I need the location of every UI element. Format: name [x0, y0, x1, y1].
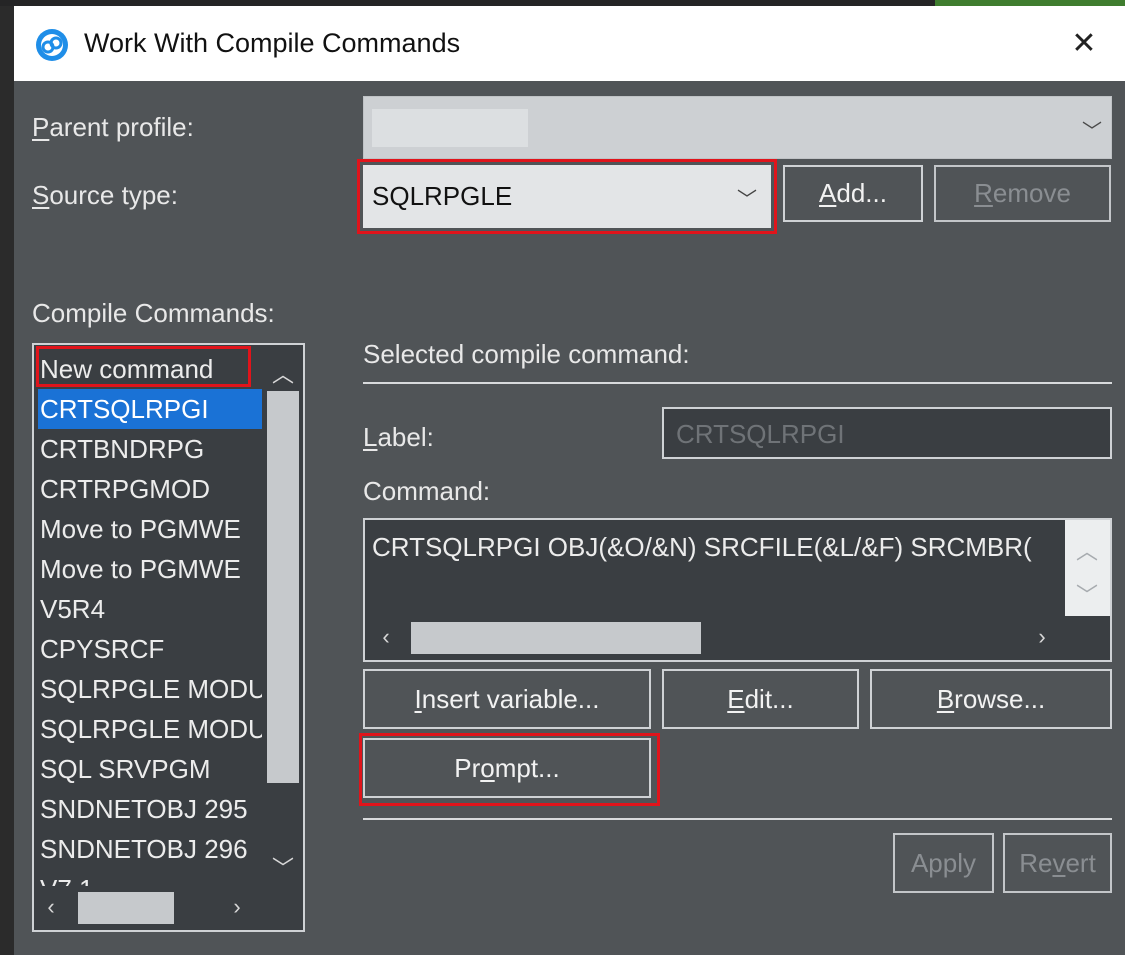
list-item[interactable]: SQL SRVPGM: [38, 749, 262, 789]
dialog-title: Work With Compile Commands: [84, 28, 461, 58]
section-divider: [363, 382, 1112, 384]
command-caption: Command:: [363, 476, 491, 506]
bottom-divider: [363, 818, 1112, 820]
list-item[interactable]: Move to PGMWE: [38, 549, 262, 589]
compile-commands-listbox[interactable]: New command CRTSQLRPGI CRTBNDRPG CRTRPGMOD M…: [32, 343, 305, 932]
scroll-right-icon[interactable]: ›: [222, 894, 252, 920]
label-field-value: CRTSQLRPGI: [676, 419, 845, 449]
list-item[interactable]: SNDNETOBJ 296: [38, 829, 262, 869]
list-item[interactable]: SQLRPGLE MODU: [38, 709, 262, 749]
insert-variable-button[interactable]: Insert variable...: [363, 669, 651, 729]
chevron-down-icon: ﹀: [737, 189, 757, 211]
list-item[interactable]: CPYSRCF: [38, 629, 262, 669]
scroll-right-icon[interactable]: ›: [1027, 624, 1057, 650]
new-command-highlight: [36, 346, 251, 387]
apply-button[interactable]: Apply: [893, 833, 994, 893]
command-text: CRTSQLRPGI OBJ(&O/&N) SRCFILE(&L/&F) SRC…: [372, 532, 1032, 562]
list-item[interactable]: SNDNETOBJ 295: [38, 789, 262, 829]
scroll-left-icon[interactable]: ‹: [371, 624, 401, 650]
source-type-value: SQLRPGLE: [372, 181, 513, 211]
browse-button[interactable]: Browse...: [870, 669, 1112, 729]
title-bar: Work With Compile Commands ✕: [14, 6, 1125, 81]
scroll-up-icon[interactable]: ︿: [263, 357, 303, 389]
prompt-button[interactable]: Pr o mpt...: [363, 738, 651, 798]
horizontal-scrollbar[interactable]: ‹ ›: [34, 886, 303, 930]
command-textarea[interactable]: CRTSQLRPGI OBJ(&O/&N) SRCFILE(&L/&F) SRC…: [363, 518, 1112, 662]
list-viewport: New command CRTSQLRPGI CRTBNDRPG CRTRPGMOD M…: [34, 349, 262, 886]
source-type-label: Source type:: [32, 180, 178, 210]
label-caption: Label:: [363, 422, 434, 452]
scrollbar-thumb[interactable]: [267, 391, 299, 783]
revert-button[interactable]: Re v ert: [1003, 833, 1112, 893]
command-hscrollbar[interactable]: ‹ ›: [365, 616, 1110, 660]
dialog-window: Work With Compile Commands ✕ Parent prof…: [14, 6, 1125, 955]
selected-command-header: Selected compile command:: [363, 339, 690, 369]
chevron-down-icon: ﹀: [1082, 121, 1102, 143]
command-vscrollbar[interactable]: ︿ ﹀: [1065, 520, 1110, 616]
compile-commands-label: Compile Commands:: [32, 298, 275, 328]
label-field[interactable]: CRTSQLRPGI: [662, 407, 1112, 459]
list-item[interactable]: CRTSQLRPGI: [38, 389, 262, 429]
source-type-dropdown[interactable]: SQLRPGLE ﹀: [363, 165, 771, 228]
parent-profile-dropdown[interactable]: ﹀: [363, 96, 1112, 159]
list-item[interactable]: V5R4: [38, 589, 262, 629]
list-item[interactable]: CRTRPGMOD: [38, 469, 262, 509]
hscrollbar-thumb[interactable]: [411, 622, 701, 654]
list-item[interactable]: CRTBNDRPG: [38, 429, 262, 469]
close-icon[interactable]: ✕: [1064, 24, 1104, 64]
scroll-up-icon[interactable]: ︿: [1067, 534, 1107, 566]
parent-profile-value: [372, 109, 528, 147]
app-logo-icon: [35, 28, 69, 62]
edit-button[interactable]: Edit...: [662, 669, 859, 729]
parent-profile-label: Parent profile:: [32, 112, 194, 142]
list-item[interactable]: SQLRPGLE MODU: [38, 669, 262, 709]
list-item[interactable]: Move to PGMWE: [38, 509, 262, 549]
hscrollbar-thumb[interactable]: [78, 892, 174, 924]
scroll-down-icon[interactable]: ﹀: [263, 851, 303, 883]
scroll-down-icon[interactable]: ﹀: [1067, 578, 1107, 610]
vertical-scrollbar[interactable]: ︿ ﹀: [263, 345, 303, 886]
scroll-left-icon[interactable]: ‹: [36, 894, 66, 920]
remove-button[interactable]: Remove: [934, 165, 1111, 222]
list-item[interactable]: V7.1: [38, 869, 262, 886]
add-button[interactable]: Add...: [783, 165, 923, 222]
